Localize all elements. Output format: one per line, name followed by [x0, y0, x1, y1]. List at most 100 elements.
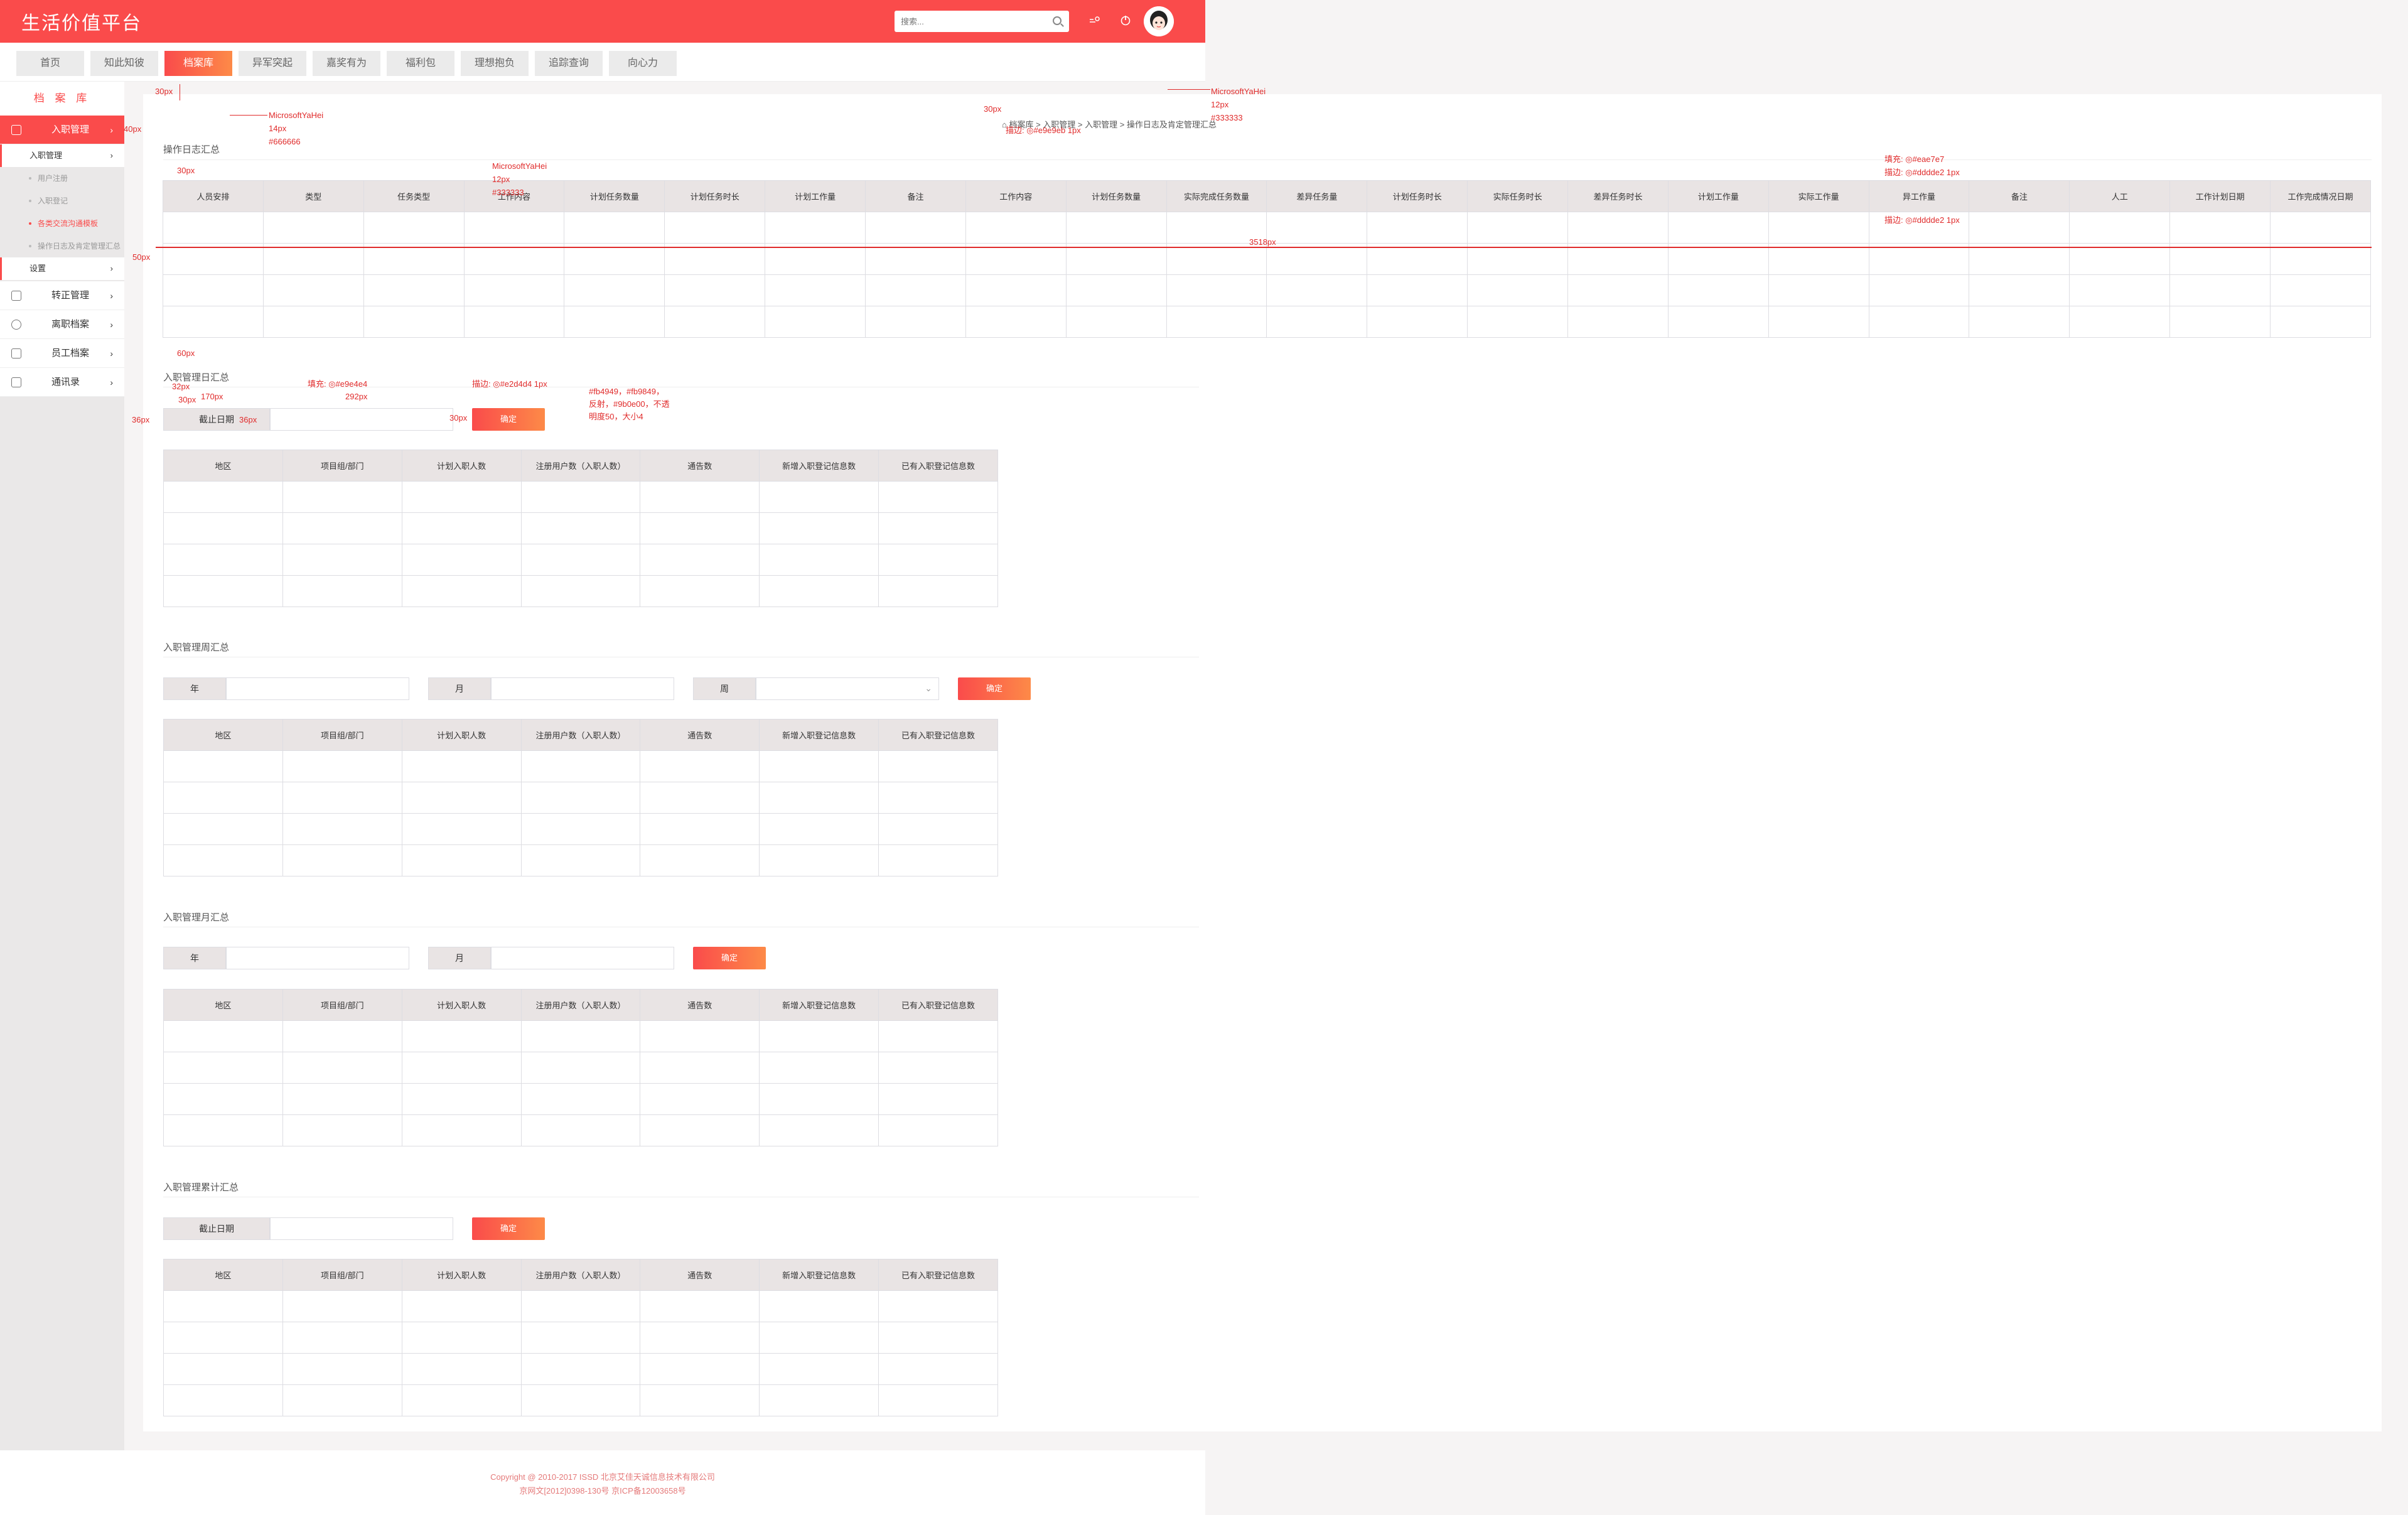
table-cell[interactable] — [878, 1322, 998, 1354]
table-cell[interactable] — [262, 243, 364, 275]
table-cell[interactable] — [163, 243, 264, 275]
table-cell[interactable] — [363, 243, 465, 275]
table-cell[interactable] — [1969, 243, 2070, 275]
table-cell[interactable] — [965, 274, 1067, 306]
sidebar-leaf-templates[interactable]: 各类交流沟通模板 — [0, 212, 124, 235]
table-cell[interactable] — [1567, 274, 1669, 306]
table-cell[interactable] — [163, 544, 283, 576]
nav-tab-tracking[interactable]: 追踪查询 — [535, 51, 603, 76]
table-cell[interactable] — [878, 1052, 998, 1084]
table-cell[interactable] — [1969, 274, 2070, 306]
table-cell[interactable] — [2270, 306, 2371, 338]
table-cell[interactable] — [401, 844, 522, 876]
table-cell[interactable] — [1467, 274, 1569, 306]
cutoff-date-input[interactable] — [270, 1217, 453, 1240]
table-cell[interactable] — [759, 1083, 879, 1115]
table-cell[interactable] — [282, 782, 402, 814]
nav-tab-award[interactable]: 嘉奖有为 — [313, 51, 380, 76]
table-cell[interactable] — [163, 512, 283, 544]
table-cell[interactable] — [759, 750, 879, 782]
table-cell[interactable] — [965, 243, 1067, 275]
table-cell[interactable] — [520, 1322, 641, 1354]
table-cell[interactable] — [1467, 243, 1569, 275]
table-cell[interactable] — [520, 1384, 641, 1416]
table-cell[interactable] — [401, 1114, 522, 1146]
table-cell[interactable] — [878, 750, 998, 782]
power-icon[interactable] — [1119, 14, 1132, 26]
table-cell[interactable] — [463, 274, 565, 306]
nav-tab-cohesion[interactable]: 向心力 — [609, 51, 677, 76]
table-cell[interactable] — [2169, 243, 2271, 275]
table-cell[interactable] — [282, 1114, 402, 1146]
table-cell[interactable] — [163, 1353, 283, 1385]
sidebar-leaf-log-summary[interactable]: 操作日志及肯定管理汇总 — [0, 235, 124, 257]
table-cell[interactable] — [2169, 212, 2271, 244]
table-cell[interactable] — [363, 274, 465, 306]
table-cell[interactable] — [564, 274, 665, 306]
cutoff-date-input[interactable] — [270, 408, 453, 431]
table-cell[interactable] — [1969, 212, 2070, 244]
table-cell[interactable] — [765, 306, 866, 338]
table-cell[interactable] — [1567, 306, 1669, 338]
table-cell[interactable] — [759, 544, 879, 576]
week-select[interactable]: ⌄ — [756, 677, 939, 700]
table-cell[interactable] — [1868, 243, 1970, 275]
table-cell[interactable] — [1567, 243, 1669, 275]
table-cell[interactable] — [520, 481, 641, 513]
table-cell[interactable] — [640, 1083, 760, 1115]
table-cell[interactable] — [401, 544, 522, 576]
table-cell[interactable] — [564, 243, 665, 275]
table-cell[interactable] — [163, 1020, 283, 1052]
app-logo[interactable]: 生活价值平台 — [21, 8, 142, 35]
table-cell[interactable] — [865, 274, 966, 306]
table-cell[interactable] — [865, 306, 966, 338]
table-cell[interactable] — [262, 306, 364, 338]
table-cell[interactable] — [640, 1020, 760, 1052]
table-cell[interactable] — [1667, 243, 1769, 275]
table-cell[interactable] — [1868, 306, 1970, 338]
sidebar-subgroup-settings[interactable]: 设置 › — [0, 257, 124, 280]
table-cell[interactable] — [282, 1384, 402, 1416]
table-cell[interactable] — [640, 1384, 760, 1416]
table-cell[interactable] — [1467, 212, 1569, 244]
daily-confirm-button[interactable]: 确定 — [472, 408, 545, 431]
table-cell[interactable] — [564, 306, 665, 338]
table-cell[interactable] — [282, 1083, 402, 1115]
table-cell[interactable] — [163, 1052, 283, 1084]
search-icon[interactable] — [1053, 16, 1062, 25]
table-cell[interactable] — [520, 1290, 641, 1322]
table-cell[interactable] — [401, 1052, 522, 1084]
table-cell[interactable] — [878, 512, 998, 544]
table-cell[interactable] — [163, 212, 264, 244]
table-cell[interactable] — [865, 243, 966, 275]
table-cell[interactable] — [520, 813, 641, 845]
table-cell[interactable] — [1266, 306, 1368, 338]
table-cell[interactable] — [1065, 243, 1167, 275]
nav-tab-archive[interactable]: 档案库 — [164, 51, 232, 76]
table-cell[interactable] — [664, 243, 766, 275]
table-cell[interactable] — [759, 512, 879, 544]
table-cell[interactable] — [878, 575, 998, 607]
table-cell[interactable] — [401, 1083, 522, 1115]
table-cell[interactable] — [282, 575, 402, 607]
table-cell[interactable] — [564, 212, 665, 244]
table-cell[interactable] — [1266, 243, 1368, 275]
table-cell[interactable] — [401, 750, 522, 782]
table-cell[interactable] — [2069, 306, 2171, 338]
table-cell[interactable] — [640, 1353, 760, 1385]
table-cell[interactable] — [2270, 212, 2371, 244]
table-cell[interactable] — [1768, 212, 1869, 244]
table-cell[interactable] — [640, 1052, 760, 1084]
table-cell[interactable] — [640, 512, 760, 544]
table-cell[interactable] — [282, 844, 402, 876]
table-cell[interactable] — [363, 212, 465, 244]
table-cell[interactable] — [1768, 306, 1869, 338]
cumulative-confirm-button[interactable]: 确定 — [472, 1217, 545, 1240]
table-cell[interactable] — [878, 844, 998, 876]
avatar[interactable] — [1144, 6, 1174, 36]
table-cell[interactable] — [163, 844, 283, 876]
weekly-confirm-button[interactable]: 确定 — [958, 677, 1031, 700]
monthly-confirm-button[interactable]: 确定 — [693, 947, 766, 969]
table-cell[interactable] — [640, 844, 760, 876]
table-cell[interactable] — [2270, 243, 2371, 275]
